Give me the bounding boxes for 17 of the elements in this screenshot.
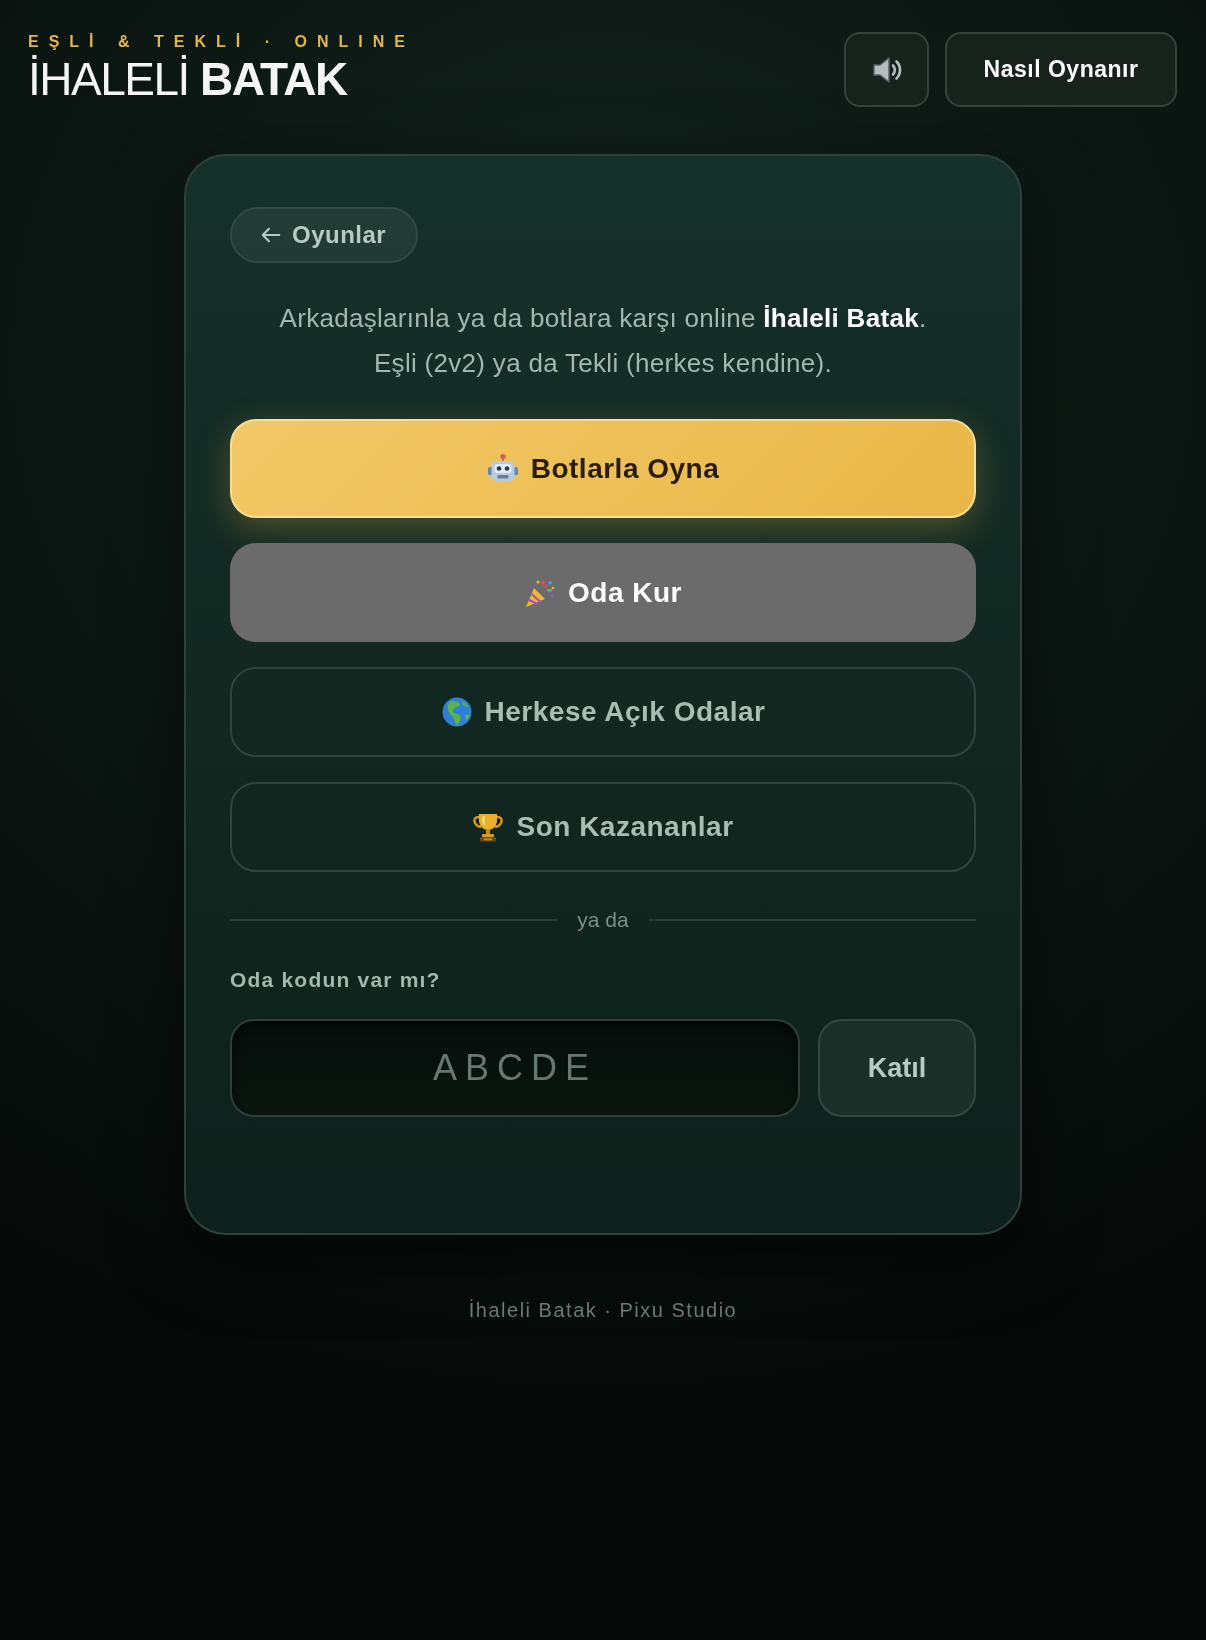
footer-text: İhaleli Batak · Pixu Studio — [467, 1298, 739, 1323]
back-button[interactable]: Oyunlar — [230, 207, 419, 263]
join-button[interactable]: Katıl — [818, 1019, 976, 1117]
separator-text: ya da — [577, 908, 629, 932]
tagline: EŞLİ & TEKLİ · ONLINE — [28, 32, 415, 52]
room-code-field[interactable]: ABCDE — [230, 1019, 800, 1117]
create-room-button[interactable]: Oda Kur — [230, 543, 976, 642]
sound-button[interactable] — [844, 32, 929, 107]
menu-button[interactable]: Herkese Açık Odalar — [230, 667, 976, 757]
intro-text: Arkadaşlarınla ya da botlara karşı online İhaleli Batak. Eşli (2v2) ya da Tekli (herkes kendine). — [278, 302, 928, 380]
menu-button[interactable]: Son Kazananlar — [230, 782, 976, 872]
globe-icon — [440, 696, 473, 728]
trophy-icon — [472, 811, 505, 843]
site-title: İHALELİ BATAK — [28, 55, 347, 103]
how-to-play-button[interactable]: Nasıl Oynanır — [945, 32, 1177, 107]
room-code-label: Oda kodun var mı? — [230, 967, 442, 993]
play-with-bots-button[interactable]: Botlarla Oyna — [230, 419, 976, 518]
